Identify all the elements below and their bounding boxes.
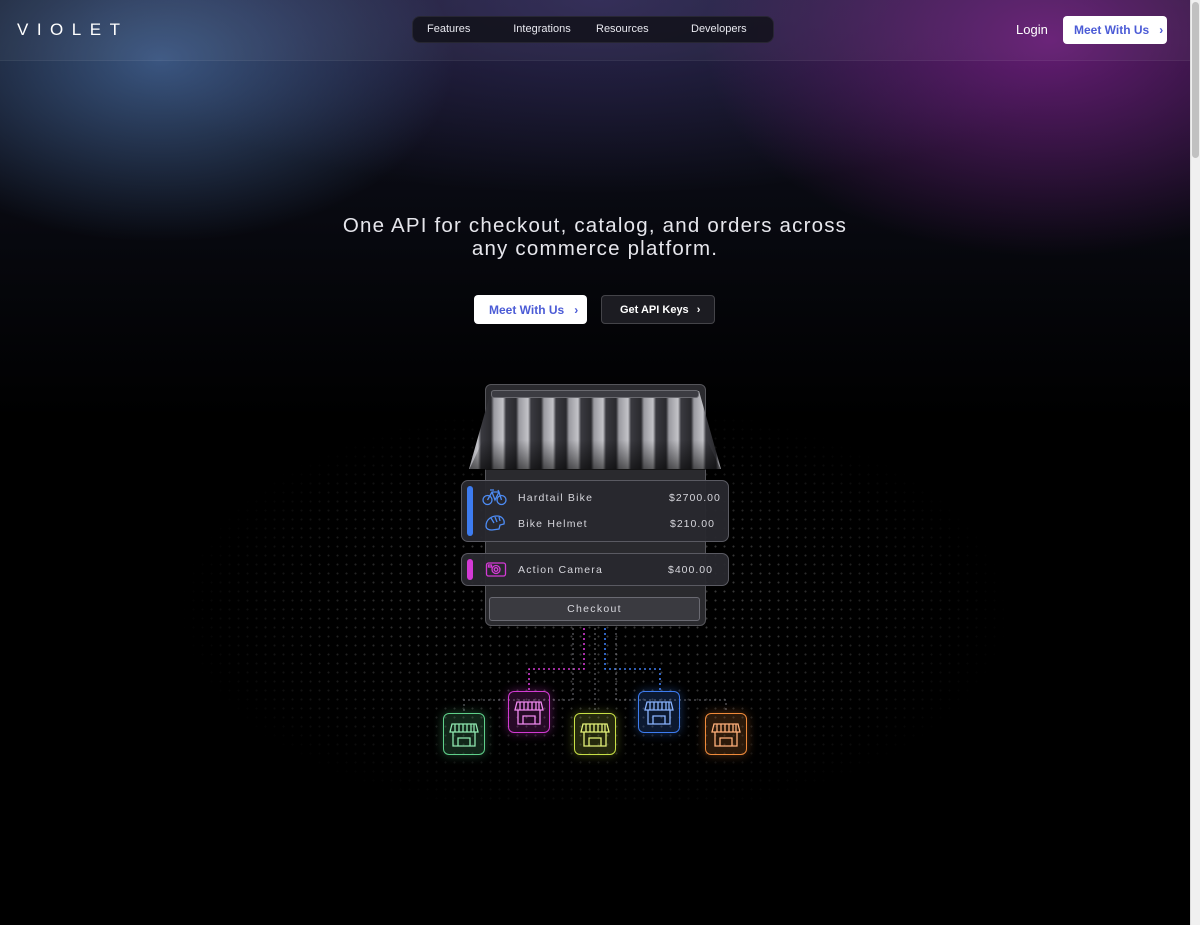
platform-store-magenta	[508, 691, 550, 733]
bike-icon	[482, 489, 507, 506]
storefront-icon	[644, 701, 674, 725]
cart-item-price: $400.00	[668, 564, 713, 576]
storefront-icon	[514, 701, 544, 725]
checkout-button[interactable]: Checkout	[489, 597, 700, 621]
cart-item-price: $210.00	[670, 518, 715, 530]
cart-group-indicator	[467, 559, 473, 580]
platform-store-orange	[705, 713, 747, 755]
cart-item-name: Bike Helmet	[518, 518, 588, 530]
cart-item-name: Hardtail Bike	[518, 492, 594, 504]
cart-item-name: Action Camera	[518, 564, 604, 576]
platform-store-blue	[638, 691, 680, 733]
cart-item-price: $2700.00	[669, 492, 721, 504]
cart-group-indicator	[467, 486, 473, 536]
storefront-icon	[711, 723, 741, 747]
helmet-icon	[485, 515, 505, 531]
storefront-icon	[580, 723, 610, 747]
scrollbar-thumb[interactable]	[1192, 2, 1199, 158]
camera-icon	[485, 562, 507, 577]
storefront-icon	[449, 723, 479, 747]
platform-store-green	[443, 713, 485, 755]
awning-rod	[491, 390, 699, 398]
platform-store-lime	[574, 713, 616, 755]
